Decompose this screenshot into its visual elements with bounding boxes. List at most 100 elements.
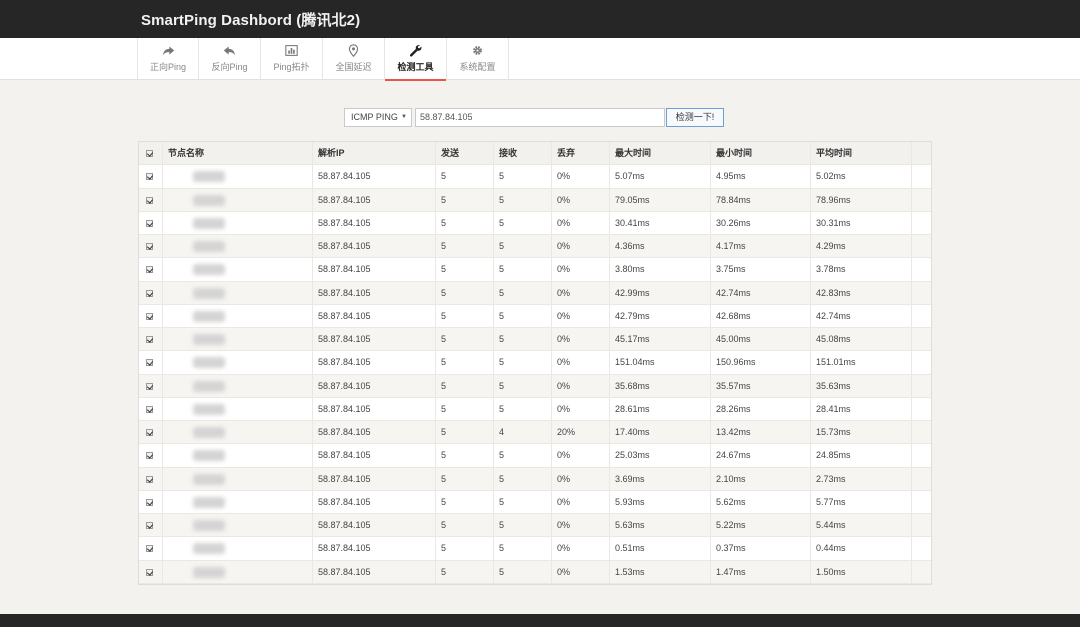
- min-time-cell: 5.62ms: [710, 490, 810, 513]
- row-checkbox[interactable]: [146, 289, 153, 297]
- loss-cell: 0%: [551, 211, 609, 234]
- sent-cell: 5: [435, 165, 493, 188]
- row-spacer: [911, 211, 931, 234]
- resolved-ip-cell: 58.87.84.105: [312, 467, 435, 490]
- row-checkbox[interactable]: [146, 522, 153, 529]
- results-table: 节点名称 解析IP 发送 接收 丢弃 最大时间 最小时间 平均时间 58.87.84.105 5 5…: [138, 141, 932, 585]
- select-all-cell: [139, 142, 162, 164]
- table-row: 58.87.84.105 5 5 0% 42.79ms 42.68ms 42.74ms: [139, 304, 931, 328]
- row-spacer: [911, 351, 931, 374]
- redacted-node-name: [193, 264, 225, 276]
- avg-time-cell: 5.02ms: [810, 165, 911, 188]
- min-time-cell: 5.22ms: [710, 514, 810, 537]
- min-time-cell: 30.26ms: [710, 211, 810, 234]
- resolved-ip-cell: 58.87.84.105: [312, 421, 435, 444]
- avg-time-cell: 2.73ms: [810, 467, 911, 490]
- row-checkbox[interactable]: [146, 336, 153, 343]
- row-checkbox[interactable]: [146, 568, 153, 576]
- nav-item-1[interactable]: 反向Ping: [199, 38, 261, 80]
- row-checkbox[interactable]: [146, 173, 153, 181]
- row-spacer: [911, 397, 931, 420]
- min-time-cell: 4.95ms: [710, 165, 810, 188]
- received-cell: 5: [493, 188, 551, 211]
- row-checkbox[interactable]: [146, 498, 153, 506]
- row-spacer: [911, 467, 931, 490]
- sent-cell: 5: [435, 514, 493, 537]
- loss-cell: 0%: [551, 444, 609, 467]
- row-checkbox[interactable]: [146, 382, 153, 390]
- node-name-cell: [162, 560, 312, 583]
- table-row: 58.87.84.105 5 5 0% 45.17ms 45.00ms 45.08ms: [139, 328, 931, 352]
- nav-item-4[interactable]: 检测工具: [385, 38, 447, 81]
- nav-item-3[interactable]: 全国延迟: [323, 38, 385, 80]
- nav-item-label: 正向Ping: [149, 62, 186, 72]
- node-name-cell: [162, 188, 312, 211]
- row-checkbox-cell: [139, 328, 162, 350]
- redacted-node-name: [193, 543, 225, 555]
- nav-item-5[interactable]: 系统配置: [447, 38, 509, 80]
- redacted-node-name: [193, 520, 225, 531]
- max-time-cell: 79.05ms: [609, 188, 710, 211]
- node-name-cell: [162, 537, 312, 560]
- sent-cell: 5: [435, 490, 493, 513]
- row-checkbox[interactable]: [146, 312, 153, 320]
- max-time-cell: 17.40ms: [609, 421, 710, 444]
- check-button[interactable]: 检测一下!: [666, 108, 724, 127]
- redacted-node-name: [193, 310, 225, 322]
- loss-cell: 0%: [551, 514, 609, 537]
- table-row: 58.87.84.105 5 4 20% 17.40ms 13.42ms 15.73ms: [139, 421, 931, 445]
- table-row: 58.87.84.105 5 5 0% 5.63ms 5.22ms 5.44ms: [139, 514, 931, 538]
- sent-cell: 5: [435, 351, 493, 374]
- protocol-select[interactable]: ICMP PING ▼: [344, 108, 412, 127]
- received-cell: 5: [493, 235, 551, 258]
- row-checkbox[interactable]: [146, 405, 153, 413]
- row-checkbox-cell: [139, 258, 162, 280]
- protocol-select-value: ICMP PING: [351, 112, 398, 122]
- select-all-checkbox[interactable]: [146, 150, 153, 157]
- row-checkbox[interactable]: [146, 452, 153, 460]
- max-time-cell: 4.36ms: [609, 235, 710, 258]
- row-checkbox-cell: [139, 375, 162, 397]
- target-ip-input[interactable]: 58.87.84.105: [415, 108, 665, 127]
- loss-cell: 0%: [551, 490, 609, 513]
- min-time-cell: 150.96ms: [710, 351, 810, 374]
- received-cell: 5: [493, 165, 551, 188]
- max-time-cell: 42.99ms: [609, 281, 710, 304]
- row-checkbox[interactable]: [146, 475, 153, 483]
- row-spacer: [911, 514, 931, 537]
- row-checkbox[interactable]: [146, 429, 153, 436]
- received-cell: 5: [493, 397, 551, 420]
- redacted-node-name: [193, 450, 225, 462]
- max-time-cell: 3.69ms: [609, 467, 710, 490]
- loss-cell: 0%: [551, 351, 609, 374]
- max-time-cell: 1.53ms: [609, 560, 710, 583]
- min-time-cell: 35.57ms: [710, 374, 810, 397]
- row-checkbox-cell: [139, 421, 162, 443]
- row-checkbox[interactable]: [146, 545, 153, 553]
- row-checkbox-cell: [139, 561, 162, 583]
- table-row: 58.87.84.105 5 5 0% 3.80ms 3.75ms 3.78ms: [139, 258, 931, 282]
- table-row: 58.87.84.105 5 5 0% 4.36ms 4.17ms 4.29ms: [139, 235, 931, 259]
- sent-cell: 5: [435, 258, 493, 281]
- min-time-cell: 1.47ms: [710, 560, 810, 583]
- row-checkbox[interactable]: [146, 266, 153, 274]
- avg-time-cell: 5.77ms: [810, 490, 911, 513]
- avg-time-cell: 35.63ms: [810, 374, 911, 397]
- loss-cell: 0%: [551, 304, 609, 327]
- node-name-cell: [162, 444, 312, 467]
- max-time-cell: 30.41ms: [609, 211, 710, 234]
- nav-item-2[interactable]: Ping拓扑: [261, 38, 323, 80]
- node-name-cell: [162, 211, 312, 234]
- row-checkbox[interactable]: [146, 196, 153, 204]
- row-checkbox-cell: [139, 468, 162, 490]
- loss-cell: 0%: [551, 258, 609, 281]
- resolved-ip-cell: 58.87.84.105: [312, 351, 435, 374]
- nav-item-0[interactable]: 正向Ping: [137, 38, 199, 80]
- row-checkbox[interactable]: [146, 243, 153, 250]
- max-time-cell: 25.03ms: [609, 444, 710, 467]
- min-time-cell: 13.42ms: [710, 421, 810, 444]
- row-checkbox[interactable]: [146, 219, 153, 227]
- sent-cell: 5: [435, 560, 493, 583]
- redacted-node-name: [193, 496, 225, 508]
- row-checkbox[interactable]: [146, 359, 153, 367]
